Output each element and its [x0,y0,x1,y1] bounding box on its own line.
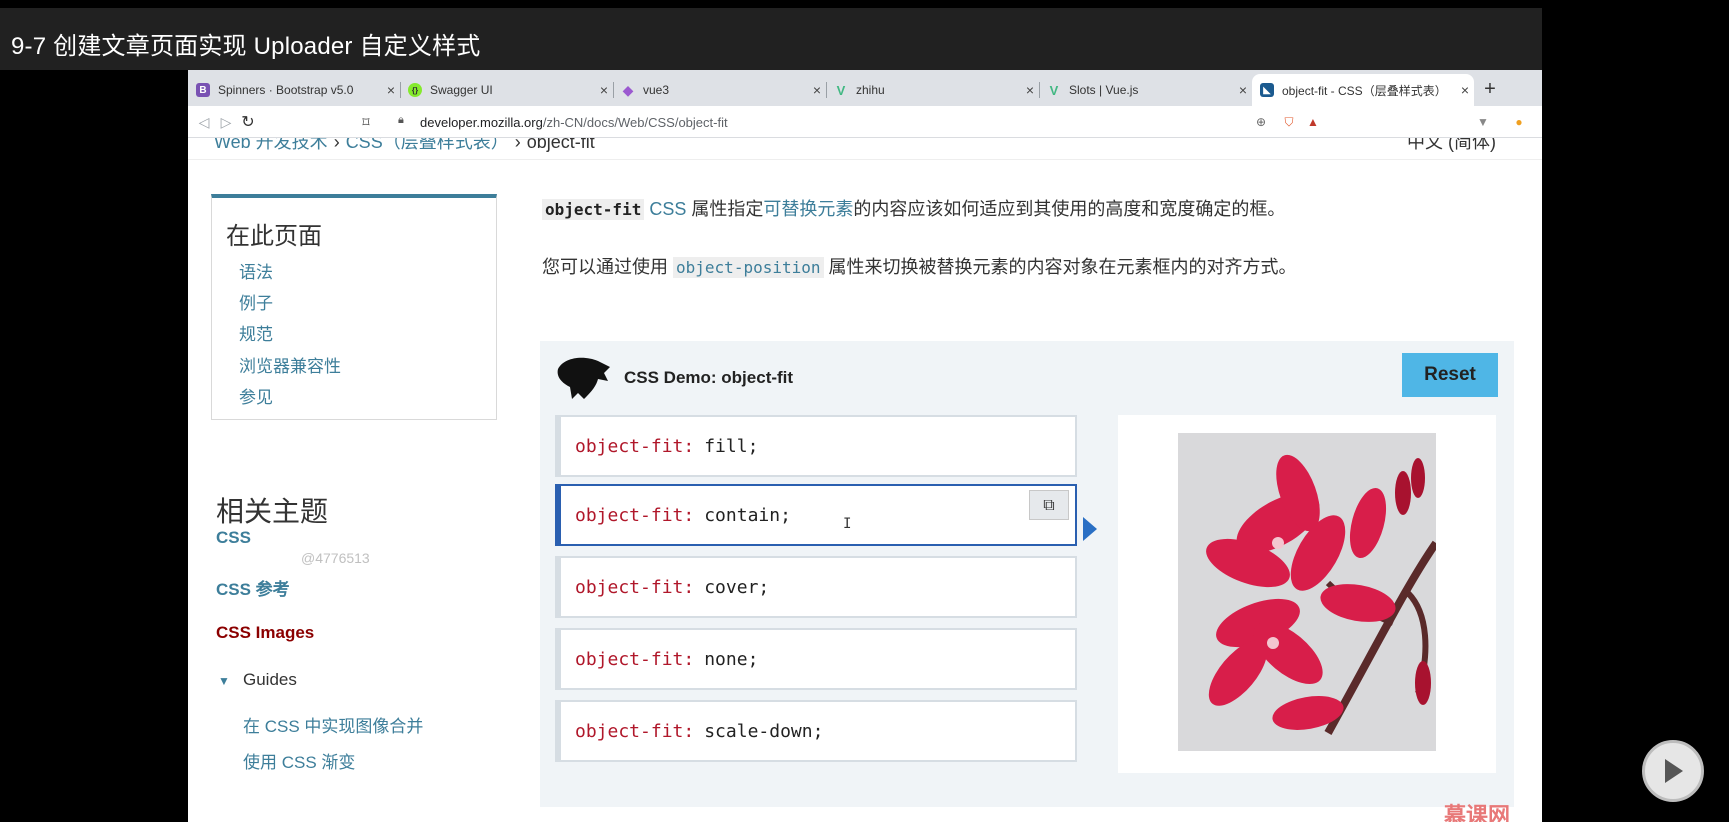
close-icon[interactable]: × [1456,82,1474,98]
replaced-element-link[interactable]: 可替换元素 [763,199,853,219]
toc-item-see-also[interactable]: 参见 [239,383,273,408]
choice-fill[interactable]: object-fit: fill; [555,415,1077,477]
video-title: 9-7 创建文章页面实现 Uploader 自定义样式 [11,33,481,60]
tab-label: vue3 [643,83,670,97]
address-bar[interactable]: developer.mozilla.org/zh-CN/docs/Web/CSS… [420,115,728,130]
reload-icon[interactable]: ↻ [238,112,258,132]
choice-contain[interactable]: object-fit: contain; I ⧉ [555,484,1077,546]
related-link-css-reference[interactable]: CSS 参考 [216,575,290,600]
close-icon[interactable]: × [382,82,400,98]
object-position-paragraph: 您可以通过使用 object-position 属性来切换被替换元素的内容对象在… [542,257,1297,278]
browser-tab-zhihu[interactable]: V zhihu × [826,74,1040,106]
breadcrumb: Web 开发技术 › CSS（层叠样式表） › object-fit [214,138,595,154]
copy-icon[interactable]: ⧉ [1029,490,1069,520]
css-link[interactable]: CSS [649,199,686,219]
video-title-bar: 9-7 创建文章页面实现 Uploader 自定义样式 [0,8,1542,70]
new-tab-button[interactable]: + [1477,76,1503,102]
watermark-id: @4776513 [301,550,370,566]
mdn-page: Web 开发技术 › CSS（层叠样式表） › object-fit 中文 (简体) 在… [188,138,1542,822]
guides-label[interactable]: Guides [243,670,297,690]
close-icon[interactable]: × [1021,82,1039,98]
vue-devtools-icon[interactable]: ▼ [1474,113,1492,131]
toc-item-browser-compatibility[interactable]: 浏览器兼容性 [239,352,341,377]
vite-icon: ◆ [622,81,634,98]
breadcrumb-web[interactable]: Web 开发技术 [214,138,328,152]
screen: 9-7 创建文章页面实现 Uploader 自定义样式 B Spinners ·… [0,0,1729,822]
flower-image [1178,433,1436,751]
browser-tab-vue3[interactable]: ◆ vue3 × [613,74,827,106]
browser-toolbar: ◁ ▷ ↻ ⌑ 🔒︎ developer.mozilla.org/zh-CN/d… [188,106,1542,138]
guide-link-gradients[interactable]: 使用 CSS 渐变 [243,748,355,773]
toc-item-syntax[interactable]: 语法 [239,258,273,283]
close-icon[interactable]: × [595,82,613,98]
close-icon[interactable]: × [808,82,826,98]
zoom-icon[interactable]: ⊕ [1252,113,1270,131]
demo-output [1118,415,1496,773]
brave-shield-icon[interactable]: ⛉ [1280,113,1298,131]
lock-icon: 🔒︎ [398,114,404,126]
tab-label: Spinners · Bootstrap v5.0 [218,83,354,97]
vue-icon: V [1049,82,1059,98]
tab-strip: B Spinners · Bootstrap v5.0 × {} Swagger… [188,70,1542,106]
intro-paragraph: object-fit CSS 属性指定可替换元素的内容应该如何适应到其使用的高度… [542,194,1422,225]
mdn-dino-icon [557,357,610,399]
play-icon [1665,759,1683,783]
extension-icon[interactable]: ● [1510,113,1528,131]
object-position-link[interactable]: object-position [673,257,824,278]
table-of-contents: 在此页面 语法 例子 规范 浏览器兼容性 参见 [211,194,497,420]
bootstrap-icon: B [196,83,210,97]
swagger-icon: {} [408,83,422,97]
browser-tab-bootstrap[interactable]: B Spinners · Bootstrap v5.0 × [188,74,401,106]
bookmark-icon[interactable]: ⌑ [356,112,376,132]
play-button[interactable] [1642,740,1704,802]
selected-arrow-icon [1083,517,1097,541]
related-link-css[interactable]: CSS [216,528,251,548]
toc-title: 在此页面 [226,222,322,250]
breadcrumb-strip: Web 开发技术 › CSS（层叠样式表） › object-fit 中文 (简体) [188,138,1542,160]
tab-label: Slots | Vue.js [1069,83,1139,97]
browser-tab-object-fit[interactable]: ◣ object-fit - CSS（层叠样式表） × [1252,74,1474,106]
reset-button[interactable]: Reset [1402,353,1498,397]
browser-window: B Spinners · Bootstrap v5.0 × {} Swagger… [188,70,1542,822]
toc-item-specifications[interactable]: 规范 [239,320,273,345]
browser-tab-swagger[interactable]: {} Swagger UI × [400,74,614,106]
tab-label: Swagger UI [430,83,493,97]
guide-link-image-sprites[interactable]: 在 CSS 中实现图像合并 [243,712,423,737]
toc-item-examples[interactable]: 例子 [239,289,273,314]
imooc-logo: 慕课网 [1444,803,1511,822]
vue-icon: V [836,82,846,98]
url-domain: developer.mozilla.org [420,115,543,130]
related-topics-title: 相关主题 [216,495,329,528]
tab-label: object-fit - CSS（层叠样式表） [1282,83,1447,98]
breadcrumb-css[interactable]: CSS（层叠样式表） [346,138,509,152]
plumeria-flowers [1178,433,1436,751]
object-fit-code: object-fit [542,199,645,220]
browser-tab-slots[interactable]: V Slots | Vue.js × [1039,74,1252,106]
tab-label: zhihu [856,83,885,97]
choice-none[interactable]: object-fit: none; [555,628,1077,690]
related-link-css-images[interactable]: CSS Images [216,623,314,643]
chevron-down-icon[interactable]: ▼ [218,674,230,688]
choice-scale-down[interactable]: object-fit: scale-down; [555,700,1077,762]
back-icon[interactable]: ◁ [194,112,214,132]
brave-rewards-icon[interactable]: ▲ [1304,113,1322,131]
demo-title: CSS Demo: object-fit [624,368,794,387]
close-icon[interactable]: × [1234,82,1252,98]
text-cursor-icon: I [843,516,852,532]
choice-cover[interactable]: object-fit: cover; [555,556,1077,618]
forward-icon[interactable]: ▷ [216,112,236,132]
language-switcher[interactable]: 中文 (简体) [1407,138,1496,154]
breadcrumb-current: object-fit [526,138,595,152]
mdn-icon: ◣ [1260,83,1274,97]
css-demo: CSS Demo: object-fit Reset object-fit: fi… [540,341,1514,807]
url-path: /zh-CN/docs/Web/CSS/object-fit [542,115,728,130]
